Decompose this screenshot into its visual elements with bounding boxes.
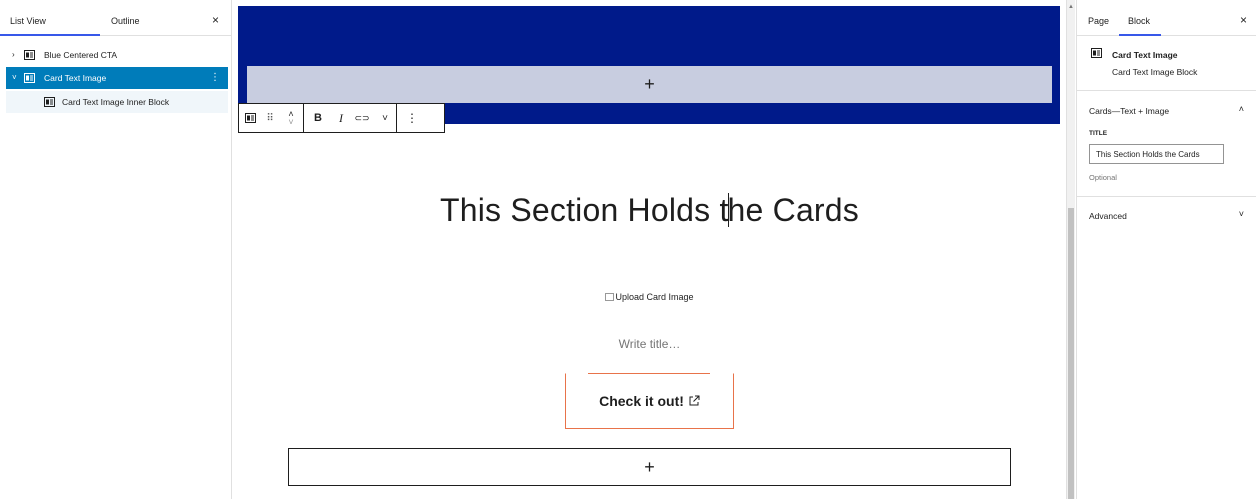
block-icon: [24, 50, 35, 60]
more-rich-text-chevron-icon[interactable]: ˅: [374, 104, 396, 132]
editor-canvas: + ⠿ ˄ ˅ B I ⊂⊃ ˅ ⋮ This Section Holds th…: [233, 0, 1066, 499]
title-field[interactable]: [1089, 144, 1224, 164]
block-appender-button[interactable]: +: [288, 448, 1011, 486]
advanced-panel-toggle[interactable]: Advanced: [1089, 211, 1127, 221]
block-card-title: Card Text Image: [1112, 50, 1178, 60]
tab-block[interactable]: Block: [1128, 0, 1150, 36]
italic-button[interactable]: I: [332, 104, 350, 132]
block-icon: [24, 73, 35, 83]
list-item-blue-centered-cta[interactable]: › Blue Centered CTA: [6, 44, 228, 66]
chevron-right-icon[interactable]: ›: [12, 44, 15, 66]
list-view-sidebar: List View Outline × › Blue Centered CTA …: [0, 0, 232, 499]
block-card: Card Text Image Card Text Image Block: [1077, 36, 1256, 91]
list-item-label: Card Text Image Inner Block: [62, 97, 170, 107]
tab-page[interactable]: Page: [1088, 0, 1109, 36]
title-field-label: TITLE: [1089, 130, 1108, 137]
list-item-label: Card Text Image: [44, 73, 107, 83]
list-item-label: Blue Centered CTA: [44, 50, 118, 60]
card-image-placeholder[interactable]: Upload Card Image: [233, 292, 1066, 302]
settings-sidebar: Page Block × Card Text Image Card Text I…: [1076, 0, 1256, 499]
move-down-icon[interactable]: ˅: [288, 118, 293, 127]
scrollbar-thumb[interactable]: [1068, 208, 1074, 499]
block-card-description: Card Text Image Block: [1112, 67, 1198, 77]
panel-toggle[interactable]: Cards—Text + Image: [1089, 106, 1169, 116]
title-field-help: Optional: [1089, 173, 1117, 182]
chevron-down-icon[interactable]: ˅: [1239, 209, 1244, 219]
button-label: Check it out!: [599, 393, 684, 409]
broken-image-icon: [605, 293, 615, 301]
tab-outline[interactable]: Outline: [111, 0, 140, 36]
heading-text-before-caret: This Section Holds t: [439, 192, 729, 228]
block-toolbar: ⠿ ˄ ˅ B I ⊂⊃ ˅ ⋮: [238, 103, 445, 133]
chevron-down-icon[interactable]: ˅: [12, 67, 17, 89]
block-icon: [44, 97, 55, 107]
sidebar-tabs: List View Outline ×: [0, 0, 231, 36]
close-icon[interactable]: ×: [1240, 14, 1247, 26]
list-item-card-text-image-inner-block[interactable]: Card Text Image Inner Block: [6, 91, 228, 113]
active-tab-indicator: [0, 34, 100, 36]
kebab-menu-icon[interactable]: ⋮: [210, 67, 220, 89]
check-it-out-button[interactable]: Check it out!: [565, 373, 734, 429]
block-icon: [244, 113, 256, 123]
tab-list-view[interactable]: List View: [10, 0, 46, 36]
button-top-border: [588, 373, 710, 374]
canvas-scrollbar[interactable]: ▲: [1066, 0, 1075, 499]
block-inserter-button[interactable]: +: [247, 66, 1052, 103]
bold-button[interactable]: B: [304, 104, 332, 132]
external-link-icon: [689, 395, 700, 406]
link-icon[interactable]: ⊂⊃: [350, 104, 374, 132]
card-title-placeholder[interactable]: Write title…: [233, 337, 1066, 351]
block-options-kebab-icon[interactable]: ⋮: [397, 104, 427, 132]
close-icon[interactable]: ×: [212, 14, 219, 26]
section-heading[interactable]: This Section Holds the Cards: [233, 192, 1066, 229]
scroll-up-arrow-icon[interactable]: ▲: [1068, 4, 1074, 10]
settings-tabs: Page Block ×: [1077, 0, 1256, 36]
advanced-panel: Advanced ˅: [1077, 197, 1256, 233]
editor-root: List View Outline × › Blue Centered CTA …: [0, 0, 1256, 499]
heading-text-after-caret: he Cards: [727, 192, 859, 228]
list-item-card-text-image[interactable]: ˅ Card Text Image ⋮: [6, 67, 228, 89]
move-buttons: ˄ ˅: [279, 104, 303, 132]
image-alt-text: Upload Card Image: [615, 292, 694, 302]
drag-handle-icon[interactable]: ⠿: [261, 104, 279, 132]
chevron-up-icon[interactable]: ˄: [1239, 104, 1244, 114]
block-type-button[interactable]: [239, 104, 261, 132]
cards-settings-panel: Cards—Text + Image ˄ TITLE Optional: [1077, 91, 1256, 197]
block-icon: [1091, 48, 1102, 58]
